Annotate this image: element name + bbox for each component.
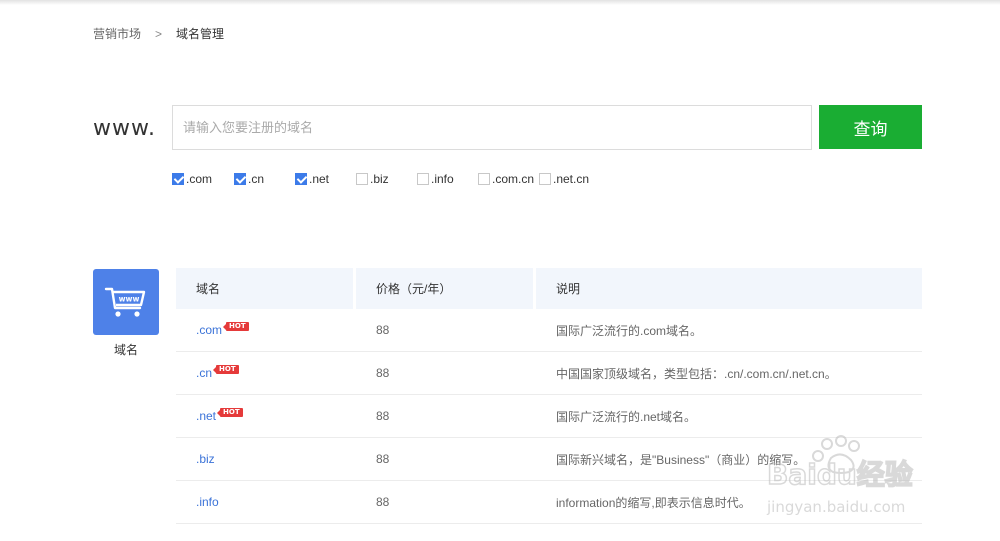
checkbox[interactable] [417,173,429,185]
tld-option-label: .info [431,172,454,186]
category-label: 域名 [113,343,138,357]
checkbox[interactable] [356,173,368,185]
svg-text:www: www [119,295,140,304]
price-cell: 88 [376,366,390,380]
breadcrumb-parent-link[interactable]: 营销市场 [93,25,141,42]
domain-cell[interactable]: .cn HOT [176,352,353,394]
table-header: 域名 价格（元/年） 说明 [176,268,922,309]
domain-cell[interactable]: .info [176,481,353,523]
table-row: .biz 88 国际新兴域名，是"Business"（商业）的缩写。 [176,438,922,481]
tld-option-biz[interactable]: .biz [356,172,389,186]
price-cell: 88 [376,495,390,509]
tld-option-com-cn[interactable]: .com.cn [478,172,534,186]
breadcrumb: 营销市场 > 域名管理 [93,25,224,42]
hot-badge: HOT [213,364,239,374]
tld-option-cn[interactable]: .cn [234,172,264,186]
description-cell: information的缩写,即表示信息时代。 [556,495,751,510]
domain-cell[interactable]: .biz [176,438,353,480]
description-cell: 国际广泛流行的.net域名。 [556,409,697,424]
table-row: .com HOT 88 国际广泛流行的.com域名。 [176,309,922,352]
www-prefix-label: www. [93,116,156,141]
tld-option-net-cn[interactable]: .net.cn [539,172,589,186]
breadcrumb-current: 域名管理 [176,27,225,41]
domain-link[interactable]: .com [196,323,222,337]
price-cell: 88 [376,323,390,337]
top-shadow [0,0,1000,5]
checkbox[interactable] [295,173,307,185]
hot-badge: HOT [217,407,243,417]
cart-www-icon: www [93,269,159,335]
domain-link[interactable]: .biz [196,452,215,466]
breadcrumb-separator: > [155,26,163,41]
tld-option-label: .cn [248,172,265,186]
table-row: .cn HOT 88 中国国家顶级域名，类型包括：.cn/.com.cn/.ne… [176,352,922,395]
search-button[interactable]: 查询 [819,105,922,149]
domain-cell[interactable]: .com HOT [176,309,353,351]
hot-badge: HOT [223,321,249,331]
tld-option-label: .net.cn [553,172,590,186]
description-cell: 国际新兴域名，是"Business"（商业）的缩写。 [556,452,806,467]
tld-option-net[interactable]: .net [295,172,329,186]
tld-option-com[interactable]: .com [172,172,212,186]
domain-cell[interactable]: .net HOT [176,395,353,437]
description-cell: 中国国家顶级域名，类型包括：.cn/.com.cn/.net.cn。 [556,366,837,381]
header-description: 说明 [536,268,922,309]
table-row: .net HOT 88 国际广泛流行的.net域名。 [176,395,922,438]
table-row: .info 88 information的缩写,即表示信息时代。 [176,481,922,524]
domain-link[interactable]: .net [196,409,216,423]
domain-link[interactable]: .cn [196,366,212,380]
tld-option-label: .com.cn [492,172,535,186]
domain-link[interactable]: .info [196,495,219,509]
header-domain: 域名 [176,268,353,309]
domain-price-table: 域名 价格（元/年） 说明 .com HOT 88 国际广泛流行的.com域名。… [176,268,922,524]
checkbox[interactable] [234,173,246,185]
category-domain[interactable]: www 域名 [93,269,159,358]
tld-option-label: .net [309,172,330,186]
header-price: 价格（元/年） [356,268,533,309]
checkbox[interactable] [172,173,184,185]
tld-option-label: .com [186,172,213,186]
tld-option-info[interactable]: .info [417,172,454,186]
checkbox[interactable] [539,173,551,185]
tld-option-label: .biz [370,172,389,186]
domain-search-input[interactable] [172,105,812,150]
price-cell: 88 [376,452,390,466]
price-cell: 88 [376,409,390,423]
checkbox[interactable] [478,173,490,185]
description-cell: 国际广泛流行的.com域名。 [556,323,703,338]
